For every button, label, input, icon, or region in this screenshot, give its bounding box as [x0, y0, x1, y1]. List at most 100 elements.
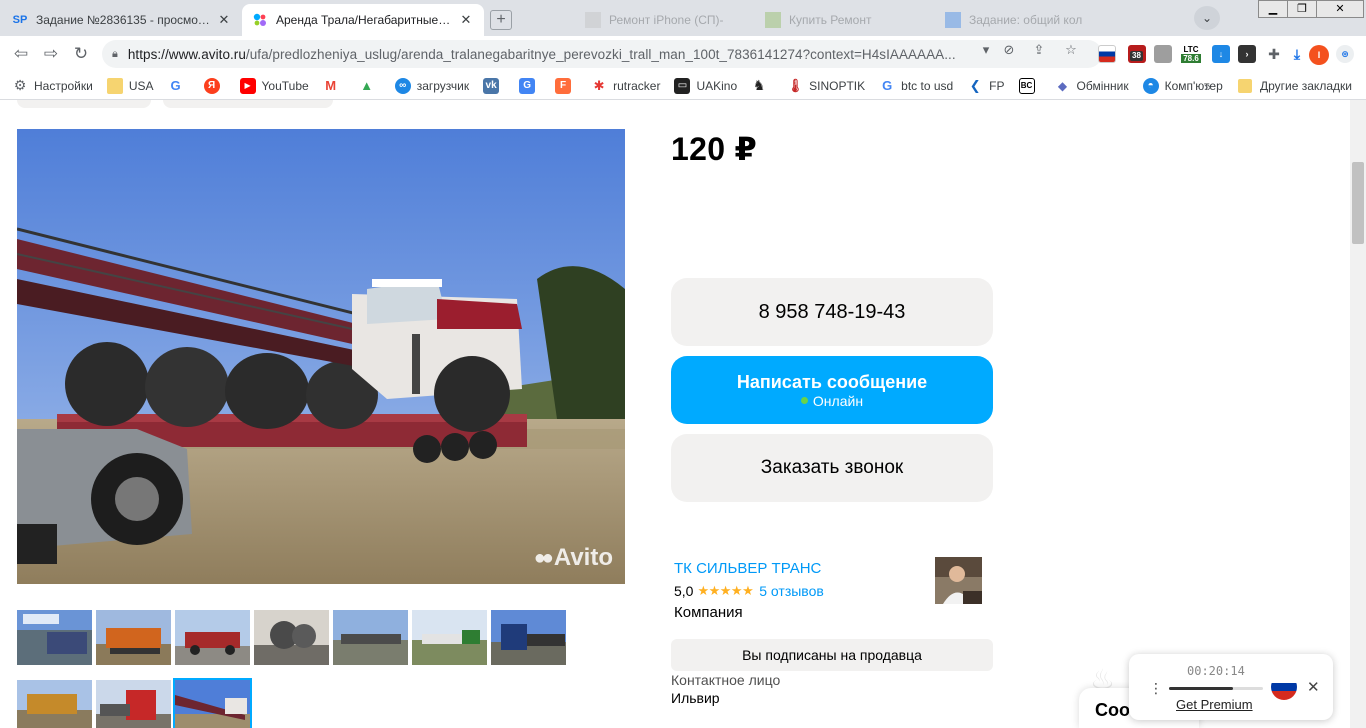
bookmark-drive[interactable]: ▲ [359, 78, 381, 94]
forward-icon[interactable]: ⇨ [40, 44, 62, 64]
bookmark-fl[interactable]: F [555, 77, 577, 94]
reload-icon[interactable]: ↻ [70, 44, 92, 64]
tab-task[interactable]: SP Задание №2836135 - просмотр з ✕ [2, 4, 242, 36]
chess-icon: ♞ [752, 77, 766, 93]
bookmark-yandex[interactable]: Я [203, 77, 226, 94]
more-vertical-icon[interactable]: ⋮ [1149, 680, 1163, 697]
ltc-ticker-icon[interactable]: LTC 78.6 [1180, 45, 1202, 63]
avito-watermark: ●● Avito [533, 544, 613, 571]
page-scrollbar[interactable] [1350, 100, 1366, 728]
back-icon[interactable]: ⇦ [10, 44, 32, 64]
write-message-button[interactable]: Написать сообщение Онлайн [671, 356, 993, 424]
get-premium-link[interactable]: Get Premium [1176, 697, 1253, 712]
tab-favicon-icon [585, 12, 601, 28]
bookmark-settings[interactable]: ⚙ Настройки [12, 77, 93, 94]
write-message-label: Написать сообщение [736, 371, 928, 392]
downloads-icon[interactable]: ⤓ [1288, 45, 1306, 63]
bookmark-rutracker[interactable]: ✱ rutracker [591, 77, 661, 94]
bookmark-exchange[interactable]: ◆ Обмінник [1055, 78, 1129, 94]
thumbnail[interactable] [17, 610, 92, 665]
thumbnail[interactable] [412, 610, 487, 665]
translate-icon: G [519, 77, 536, 94]
tab-background[interactable]: Купить Ремонт [755, 4, 925, 36]
youtube-icon: ▶ [239, 77, 256, 94]
subscribed-button[interactable]: Вы подписаны на продавца [671, 639, 993, 671]
bookmark-bc[interactable]: BC [1018, 77, 1041, 94]
russia-flag-icon[interactable] [1271, 674, 1297, 700]
google-icon: G [170, 78, 181, 93]
bookmark-loader[interactable]: ∞ загрузчик [394, 77, 469, 94]
sp-favicon-icon: SP [12, 14, 28, 26]
new-tab-button[interactable]: + [490, 10, 512, 30]
fl-icon: F [555, 77, 572, 94]
thermometer-icon: 🌡︎ [786, 77, 804, 93]
bookmark-gmail[interactable]: M [323, 78, 345, 94]
scrollbar-thumb[interactable] [1352, 162, 1364, 244]
tab-title: Аренда Трала/Негабаритные пер [276, 13, 452, 27]
thumbnail[interactable] [491, 610, 566, 665]
settings-globe-icon[interactable]: ⊛ [1336, 45, 1354, 63]
terminal-icon[interactable]: › [1238, 45, 1256, 63]
dropdown-icon[interactable]: ▾ [977, 42, 995, 58]
rutracker-icon: ✱ [593, 77, 605, 93]
bookmark-translate[interactable]: G [519, 77, 541, 94]
bookmark-youtube[interactable]: ▶ YouTube [239, 77, 309, 94]
rating-stars-icon: ★★★★★ [697, 583, 754, 598]
close-tab-icon[interactable]: ✕ [458, 12, 474, 28]
thumbnail[interactable] [96, 680, 171, 728]
gmail-icon: M [325, 78, 337, 93]
bookmark-sinoptik[interactable]: 🌡︎ SINOPTIK [787, 78, 865, 94]
seller-avatar[interactable] [935, 557, 982, 604]
close-tab-icon[interactable]: ✕ [216, 12, 232, 28]
request-call-button[interactable]: Заказать звонок [671, 434, 993, 502]
tab-background[interactable]: Задание: общий кол [935, 4, 1105, 36]
bookmark-fp[interactable]: ❮ FP [967, 77, 1005, 94]
bookmark-vk[interactable]: vk [483, 77, 505, 94]
restore-icon[interactable]: ❐ [1287, 0, 1317, 18]
url-text[interactable]: https://www.avito.ru/ufa/predlozheniya_u… [128, 47, 976, 62]
download-ext-icon[interactable]: ↓ [1212, 45, 1230, 63]
thumbnail[interactable] [333, 610, 408, 665]
thumbnail[interactable] [96, 610, 171, 665]
thumbnail[interactable] [254, 610, 329, 665]
bookmark-chess[interactable]: ♞ [751, 77, 773, 94]
tab-background[interactable]: Ремонт iPhone (СП)- [575, 4, 745, 36]
thumbnail[interactable] [17, 680, 92, 728]
bookmarks-bar: ⚙ Настройки USA G Я ▶ YouTube M ▲ ∞ загрузч… [0, 72, 1366, 100]
main-listing-photo[interactable]: ●● Avito [17, 129, 625, 584]
briefcase-icon[interactable] [1154, 45, 1172, 63]
thumbnail-selected[interactable] [173, 678, 252, 728]
blocked-icon[interactable]: ⊘ [1000, 42, 1018, 58]
bookmark-star-icon[interactable]: ☆ [1062, 42, 1080, 58]
other-bookmarks-folder[interactable]: Другие закладки [1238, 79, 1352, 93]
fp-icon: ❮ [969, 77, 981, 93]
bookmark-btc[interactable]: Gbtc to usd [879, 78, 953, 94]
russia-flag-icon[interactable] [1098, 45, 1116, 63]
progress-bar[interactable] [1169, 687, 1263, 690]
share-icon[interactable]: ⇪ [1030, 42, 1048, 58]
tab-search-icon[interactable]: ⌄ [1194, 6, 1220, 30]
minimize-icon[interactable]: ▁ [1258, 0, 1288, 18]
online-dot-icon [800, 397, 808, 404]
bookmark-google[interactable]: G [168, 78, 190, 94]
loop-icon: ∞ [394, 77, 411, 94]
address-bar[interactable]: 🔒︎ https://www.avito.ru/ufa/predlozheniy… [102, 40, 1102, 68]
avito-favicon-icon [252, 12, 268, 28]
contact-person-name: Ильвир [671, 690, 720, 706]
profile-avatar[interactable]: I [1309, 45, 1329, 65]
close-icon[interactable]: ✕ [1307, 678, 1320, 696]
request-call-label: Заказать звонок [760, 457, 904, 478]
browser-toolbar: ⇦ ⇨ ↻ 🔒︎ https://www.avito.ru/ufa/predlo… [0, 36, 1366, 72]
bookmarks-more-button[interactable]: » [1204, 79, 1211, 94]
extensions-puzzle-icon[interactable]: ✚ [1265, 45, 1283, 63]
folder-icon [106, 77, 123, 94]
phone-button[interactable]: 8 958 748-19-43 [671, 278, 993, 346]
bookmark-usa[interactable]: USA [106, 77, 154, 94]
extension-red-icon[interactable]: 38 [1128, 45, 1146, 63]
tab-avito[interactable]: Аренда Трала/Негабаритные пер ✕ [242, 4, 484, 36]
seller-name-link[interactable]: ТК СИЛЬВЕР ТРАНС [674, 560, 821, 577]
reviews-link[interactable]: 5 отзывов [759, 583, 824, 599]
close-window-icon[interactable]: ✕ [1316, 0, 1364, 18]
bookmark-uakino[interactable]: ▭ UAKino [674, 77, 737, 94]
thumbnail[interactable] [175, 610, 250, 665]
